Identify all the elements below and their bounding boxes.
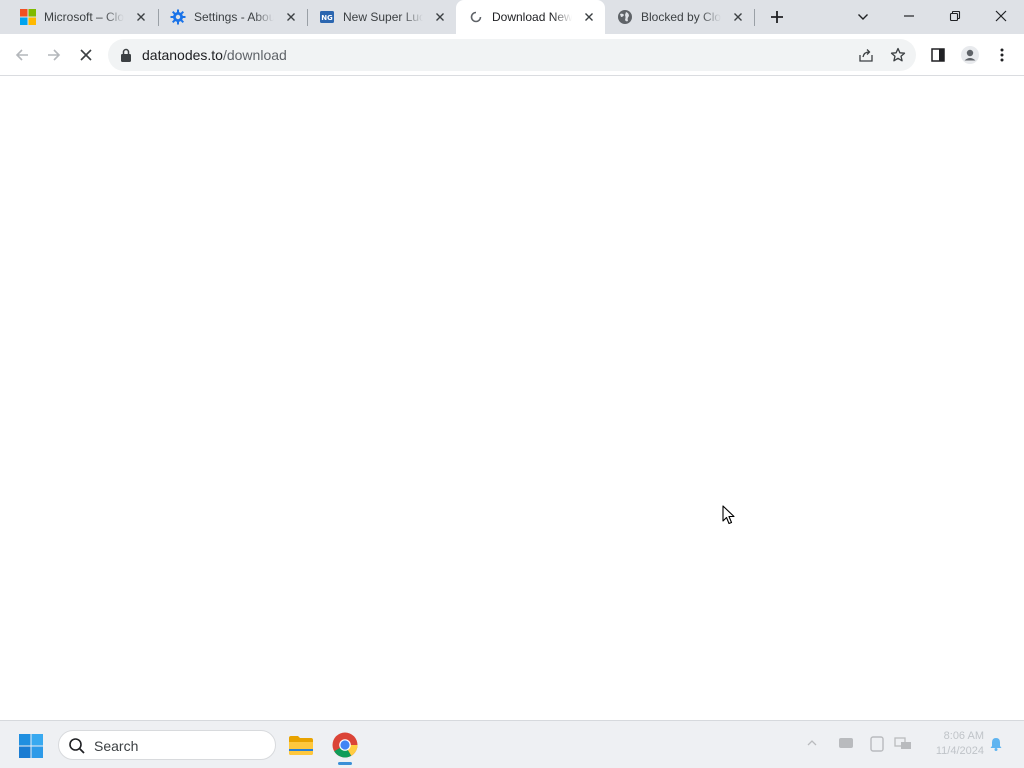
tab-strip: Microsoft – Clo Settings - Abou NG New S… xyxy=(0,0,1024,34)
tab-blocked[interactable]: Blocked by Clo xyxy=(605,0,754,34)
tab-close-icon[interactable] xyxy=(432,9,448,25)
tray-app-icon[interactable] xyxy=(838,736,854,755)
plus-icon xyxy=(771,11,783,23)
globe-icon xyxy=(617,9,633,25)
side-panel-icon xyxy=(931,48,945,62)
loading-spinner-icon xyxy=(468,9,484,25)
tab-close-icon[interactable] xyxy=(581,9,597,25)
chrome-taskbar-button[interactable] xyxy=(331,731,359,759)
lock-icon[interactable] xyxy=(120,48,132,67)
tab-close-icon[interactable] xyxy=(283,9,299,25)
tab-download[interactable]: Download New xyxy=(456,0,605,34)
tab-settings[interactable]: Settings - Abou xyxy=(158,0,307,34)
tab-separator xyxy=(754,9,755,26)
search-icon xyxy=(68,737,86,760)
tray-device-icon[interactable] xyxy=(870,736,884,757)
search-placeholder: Search xyxy=(94,738,139,754)
url-path: /download xyxy=(222,47,287,63)
share-icon xyxy=(859,49,873,62)
restore-icon xyxy=(949,10,961,22)
avatar-icon xyxy=(961,46,979,64)
new-tab-button[interactable] xyxy=(765,6,789,28)
share-button[interactable] xyxy=(854,43,878,67)
clock-time: 8:06 AM xyxy=(943,730,984,742)
url-host: datanodes.to xyxy=(142,47,223,63)
arrow-left-icon xyxy=(15,49,28,61)
chrome-icon xyxy=(332,732,358,758)
side-panel-button[interactable] xyxy=(924,41,952,69)
address-bar[interactable]: datanodes.to/download xyxy=(108,39,916,71)
page-content xyxy=(0,77,1024,720)
tab-new-super-luc[interactable]: NG New Super Luc xyxy=(307,0,456,34)
stop-x-icon xyxy=(80,49,92,61)
clock-date: 11/4/2024 xyxy=(935,745,984,757)
tab-close-icon[interactable] xyxy=(730,9,746,25)
taskbar: Search 8:06 AM 11/4/2024 xyxy=(0,720,1024,768)
minimize-icon xyxy=(904,15,914,17)
close-icon xyxy=(995,10,1007,22)
stop-loading-button[interactable] xyxy=(72,41,100,69)
star-icon xyxy=(890,47,906,62)
restore-button[interactable] xyxy=(932,0,978,32)
profile-button[interactable] xyxy=(956,41,984,69)
active-app-indicator xyxy=(338,762,352,765)
tab-title: Microsoft – Clo xyxy=(44,10,124,24)
gear-icon xyxy=(170,9,186,25)
forward-button[interactable] xyxy=(40,41,68,69)
tab-title: Blocked by Clo xyxy=(641,10,721,24)
arrow-right-icon xyxy=(48,49,61,61)
close-window-button[interactable] xyxy=(978,0,1024,32)
menu-button[interactable] xyxy=(988,41,1016,69)
tab-microsoft[interactable]: Microsoft – Clo xyxy=(8,0,157,34)
tab-close-icon[interactable] xyxy=(133,9,149,25)
taskbar-search[interactable]: Search xyxy=(58,730,276,760)
start-button[interactable] xyxy=(18,733,44,764)
kebab-menu-icon xyxy=(1000,48,1004,62)
svg-text:NG: NG xyxy=(321,14,333,22)
windows-logo-icon xyxy=(19,734,43,758)
bookmark-button[interactable] xyxy=(886,43,910,67)
chevron-down-icon xyxy=(858,14,868,20)
url-text: datanodes.to/download xyxy=(142,47,287,63)
mouse-cursor-icon xyxy=(722,505,736,530)
folder-icon xyxy=(289,736,313,755)
minimize-button[interactable] xyxy=(886,0,932,32)
tab-title: New Super Luc xyxy=(343,10,423,24)
tray-chevron-icon[interactable] xyxy=(806,736,818,755)
network-icon[interactable] xyxy=(894,736,912,755)
microsoft-logo-icon xyxy=(20,9,36,25)
tab-search-button[interactable] xyxy=(851,6,875,28)
browser-toolbar: datanodes.to/download xyxy=(0,34,1024,76)
back-button[interactable] xyxy=(8,41,36,69)
tab-title: Settings - Abou xyxy=(194,10,274,24)
taskbar-clock[interactable]: 8:06 AM 11/4/2024 xyxy=(924,729,984,759)
file-explorer-button[interactable] xyxy=(287,731,315,759)
notification-bell-icon[interactable] xyxy=(988,736,1004,757)
ng-site-icon: NG xyxy=(319,9,335,25)
tab-title: Download New xyxy=(492,10,572,24)
